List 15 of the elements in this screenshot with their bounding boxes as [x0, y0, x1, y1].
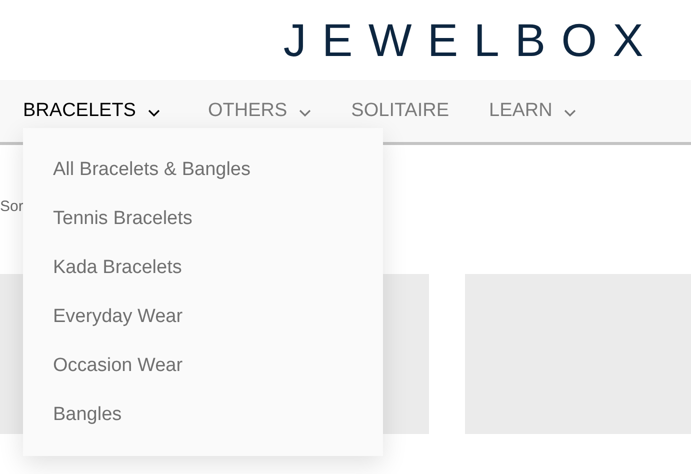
nav-item[interactable]: LEARN: [489, 96, 576, 126]
chevron-down-icon: [148, 109, 160, 117]
nav-item[interactable]: OTHERS: [208, 96, 312, 126]
menu-item[interactable]: Kada Bracelets: [53, 254, 182, 281]
nav-item[interactable]: BRACELETS: [23, 96, 160, 126]
logo[interactable]: JEWELBOX: [283, 17, 659, 63]
chevron-down-icon: [299, 109, 312, 117]
menu-item[interactable]: Everyday Wear: [53, 303, 183, 330]
menu-item[interactable]: Bangles: [53, 401, 122, 428]
sort-label[interactable]: Sor: [0, 196, 24, 219]
menu-item[interactable]: Occasion Wear: [53, 352, 183, 379]
menu-item[interactable]: All Bracelets & Bangles: [53, 156, 250, 183]
menu-item[interactable]: Tennis Bracelets: [53, 205, 192, 232]
chevron-down-icon: [564, 109, 576, 117]
nav-item[interactable]: SOLITAIRE: [351, 96, 450, 126]
